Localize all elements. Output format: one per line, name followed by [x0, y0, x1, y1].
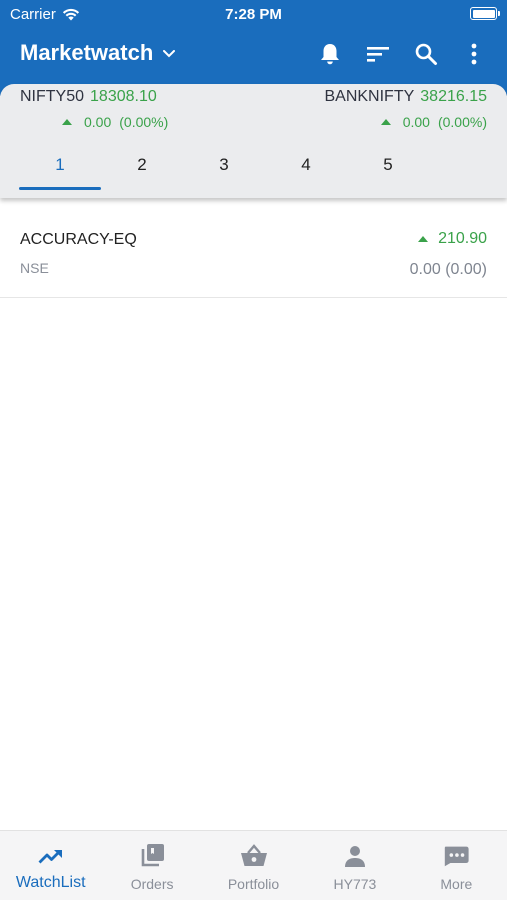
index-change-pct: (0.00%): [437, 114, 487, 130]
watchlist: ACCURACY-EQ NSE 210.90 0.00 (0.00): [0, 198, 507, 298]
nav-portfolio[interactable]: Portfolio: [203, 831, 304, 900]
index-value: 18308.10: [90, 88, 157, 105]
tab-1[interactable]: 1: [19, 148, 101, 196]
nav-watchlist[interactable]: WatchList: [0, 831, 101, 900]
battery-icon: [470, 7, 500, 20]
index-banknifty[interactable]: BANKNIFTY 38216.15: [324, 88, 487, 106]
stock-price: 210.90: [438, 230, 487, 247]
header-actions: [317, 40, 487, 68]
up-arrow-icon: [62, 119, 72, 125]
search-icon[interactable]: [413, 40, 439, 68]
index-name: NIFTY50: [20, 88, 85, 105]
person-icon: [341, 843, 369, 869]
tab-4[interactable]: 4: [265, 148, 347, 196]
nav-label: Portfolio: [227, 876, 280, 892]
sort-icon[interactable]: [365, 40, 391, 68]
nav-more[interactable]: More: [406, 831, 507, 900]
chevron-down-icon: [163, 50, 176, 58]
index-nifty50[interactable]: NIFTY50 18308.10: [20, 88, 157, 106]
stock-change: 0.00 (0.00): [409, 261, 487, 278]
up-arrow-icon: [380, 119, 391, 125]
stock-ltp: 210.90: [418, 230, 487, 248]
index-change: 0.00: [84, 114, 112, 130]
tab-5[interactable]: 5: [347, 148, 429, 196]
basket-icon: [240, 843, 268, 869]
stock-exchange: NSE: [20, 260, 49, 276]
nav-label: Orders: [130, 876, 174, 892]
watchlist-tabs: 1 2 3 4 5: [0, 148, 507, 196]
page-title: Marketwatch: [20, 40, 154, 65]
nav-orders[interactable]: Orders: [101, 831, 202, 900]
bell-icon[interactable]: [317, 40, 343, 68]
nav-profile[interactable]: HY773: [304, 831, 405, 900]
index-change: 0.00: [402, 114, 430, 130]
overflow-menu-icon[interactable]: [461, 40, 487, 68]
watchlist-selector[interactable]: Marketwatch: [20, 40, 176, 66]
list-item[interactable]: ACCURACY-EQ NSE 210.90 0.00 (0.00): [0, 198, 507, 298]
orders-stack-icon: [138, 843, 166, 869]
app-bar: Marketwatch: [0, 30, 507, 80]
index-ticker-card: NIFTY50 18308.10 0.00 (0.00%) BANKNIFTY 38…: [0, 84, 507, 198]
tab-2[interactable]: 2: [101, 148, 183, 196]
tab-3[interactable]: 3: [183, 148, 265, 196]
index-value: 38216.15: [420, 88, 487, 105]
nav-label: HY773: [333, 876, 377, 892]
more-chat-icon: [442, 843, 470, 869]
up-arrow-icon: [418, 236, 429, 242]
trending-up-icon: [37, 843, 65, 869]
top-bar: Carrier 7:28 PM Marketwatch: [0, 0, 507, 96]
index-change-pct: (0.00%): [119, 114, 169, 130]
index-change-nifty50: 0.00 (0.00%): [62, 114, 168, 130]
index-change-banknifty: 0.00 (0.00%): [380, 114, 487, 130]
status-time: 7:28 PM: [225, 6, 282, 23]
status-bar: Carrier 7:28 PM: [0, 0, 507, 28]
stock-symbol: ACCURACY-EQ: [20, 231, 137, 248]
nav-label: More: [440, 876, 473, 892]
index-name: BANKNIFTY: [324, 88, 415, 105]
bottom-nav: WatchList Orders Portfolio HY773 More: [0, 830, 507, 900]
nav-label: WatchList: [15, 874, 86, 891]
